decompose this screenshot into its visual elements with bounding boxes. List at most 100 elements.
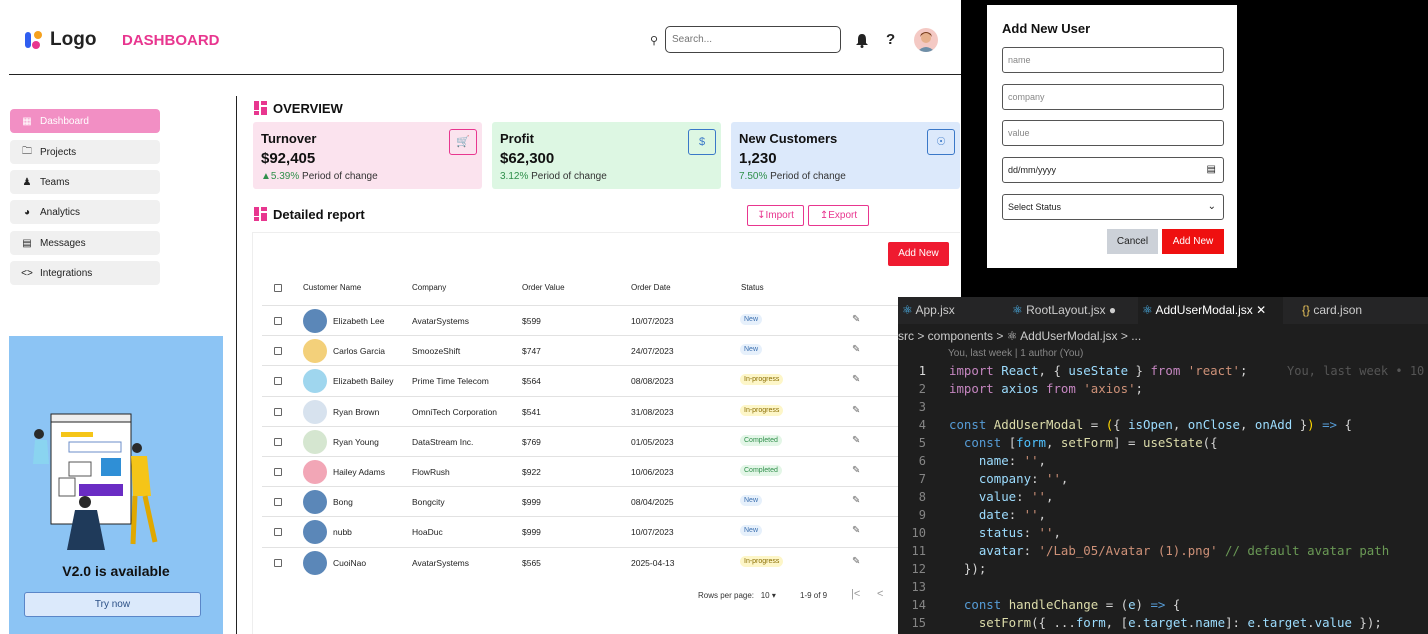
table-row[interactable]: Ryan Young DataStream Inc. $769 01/05/2023 C… <box>262 425 952 456</box>
edit-icon[interactable]: ✎ <box>852 525 860 536</box>
column-header[interactable]: Company <box>412 283 446 292</box>
status-select[interactable]: Select Status ⌄ <box>1002 194 1224 220</box>
export-button[interactable]: ↥Export <box>808 205 869 226</box>
row-checkbox[interactable] <box>274 498 282 507</box>
card-value: $92,405 <box>261 150 316 167</box>
search-icon: ⚲ <box>650 35 659 47</box>
avatar[interactable] <box>914 28 938 52</box>
promo-illustration <box>33 413 158 550</box>
row-checkbox[interactable] <box>274 558 282 567</box>
tab-card-json[interactable]: {} card.json <box>1298 297 1418 324</box>
customer-name: Ryan Brown <box>333 406 380 417</box>
code-line[interactable]: }); <box>949 561 986 576</box>
folder-icon: 🗀 <box>22 145 32 157</box>
status-badge: In-progress <box>740 374 784 386</box>
select-all-checkbox[interactable] <box>274 284 282 292</box>
calendar-icon[interactable]: ▤ <box>1207 158 1216 182</box>
table-row[interactable]: Elizabeth Bailey Prime Time Telecom $564 08… <box>262 365 952 395</box>
rows-per-page-select[interactable]: 10 <box>761 591 770 600</box>
card-change: 3.12% Period of change <box>500 171 713 182</box>
row-checkbox[interactable] <box>274 468 282 476</box>
sidebar-item-projects[interactable]: 🗀 Projects <box>10 140 160 164</box>
code-line[interactable]: const [form, setForm] = useState({ <box>949 435 1218 450</box>
bell-icon[interactable] <box>855 33 869 48</box>
code-line[interactable]: setForm({ ...form, [e.target.name]: e.ta… <box>949 615 1382 630</box>
table-row[interactable]: Carlos Garcia SmoozeShift $747 24/07/2023 Ne… <box>262 335 952 365</box>
tab-app[interactable]: ⚛ App.jsx <box>898 297 1000 324</box>
row-checkbox[interactable] <box>274 317 282 325</box>
code-line[interactable]: name: '', <box>949 453 1046 468</box>
row-checkbox[interactable] <box>274 528 282 537</box>
close-icon[interactable]: ✕ <box>1256 303 1266 317</box>
tab-rootlayout[interactable]: ⚛ RootLayout.jsx ● <box>1008 297 1132 324</box>
sidebar-item-dashboard[interactable]: ▦ Dashboard <box>10 109 160 133</box>
sidebar-item-teams[interactable]: ♟ Teams <box>10 170 160 194</box>
column-header[interactable]: Customer Name <box>303 283 361 292</box>
line-number: 8 <box>918 490 926 504</box>
row-checkbox[interactable] <box>274 437 282 446</box>
edit-icon[interactable]: ✎ <box>852 465 860 476</box>
stat-card-new-customers: New Customers 1,230 7.50% Period of chan… <box>731 122 960 189</box>
column-header[interactable]: Status <box>741 283 764 292</box>
cancel-button[interactable]: Cancel <box>1107 229 1158 254</box>
code-line[interactable]: company: '', <box>949 471 1069 486</box>
edit-icon[interactable]: ✎ <box>852 435 860 446</box>
order-date: 31/08/2023 <box>631 406 674 417</box>
overview-title: OVERVIEW <box>273 101 343 116</box>
edit-icon[interactable]: ✎ <box>852 344 860 355</box>
table-row[interactable]: Bong Bongcity $999 08/04/2025 New ✎ <box>262 486 952 516</box>
table-row[interactable]: nubb HoaDuc $999 10/07/2023 New ✎ <box>262 516 952 546</box>
tab-addusermodal[interactable]: ⚛ AddUserModal.jsx ✕ <box>1138 297 1283 324</box>
row-checkbox[interactable] <box>274 377 282 386</box>
edit-icon[interactable]: ✎ <box>852 495 860 506</box>
edit-icon[interactable]: ✎ <box>852 556 860 567</box>
table-row[interactable]: Elizabeth Lee AvatarSystems $599 10/07/2023… <box>262 305 952 335</box>
table-row[interactable]: Ryan Brown OmniTech Corporation $541 31/08/… <box>262 395 952 426</box>
line-number: 10 <box>911 526 926 540</box>
code-line[interactable]: status: '', <box>949 525 1061 540</box>
cart-icon[interactable]: 🛒 <box>449 129 477 155</box>
order-value: $564 <box>522 376 541 387</box>
modal-title: Add New User <box>1002 21 1091 36</box>
code-line[interactable]: date: '', <box>949 507 1046 522</box>
code-line[interactable]: value: '', <box>949 489 1054 504</box>
table-row[interactable]: Hailey Adams FlowRush $922 10/06/2023 Comple… <box>262 456 952 486</box>
sidebar-item-integrations[interactable]: <> Integrations <box>10 261 160 285</box>
try-now-button[interactable]: Try now <box>24 592 201 617</box>
name-field[interactable]: name <box>1002 47 1224 73</box>
row-checkbox[interactable] <box>274 347 282 356</box>
order-date: 2025-04-13 <box>631 557 675 568</box>
search-input[interactable] <box>665 26 841 53</box>
edit-icon[interactable]: ✎ <box>852 314 860 325</box>
code-line[interactable]: avatar: '/Lab_05/Avatar (1).png' // defa… <box>949 543 1389 558</box>
column-header[interactable]: Order Date <box>631 283 671 292</box>
column-header[interactable]: Order Value <box>522 283 565 292</box>
code-line[interactable]: import React, { useState } from 'react'; <box>949 363 1247 378</box>
dollar-icon[interactable]: $ <box>688 129 716 155</box>
code-line[interactable]: import axios from 'axios'; <box>949 381 1143 396</box>
add-new-button[interactable]: Add New <box>888 242 949 266</box>
react-icon: ⚛ <box>1142 303 1153 317</box>
table-row[interactable]: CuoiNao AvatarSystems $565 2025-04-13 In-pro… <box>262 546 952 577</box>
code-line[interactable]: const handleChange = (e) => { <box>949 597 1180 612</box>
code-line[interactable]: const AddUserModal = ({ isOpen, onClose,… <box>949 417 1352 432</box>
edit-icon[interactable]: ✎ <box>852 405 860 416</box>
user-circle-icon[interactable]: ☉ <box>927 129 955 155</box>
customer-avatar <box>303 369 327 394</box>
date-field[interactable]: dd/mm/yyyy ▤ <box>1002 157 1224 183</box>
breadcrumb[interactable]: src > components > ⚛ AddUserModal.jsx > … <box>898 329 1141 343</box>
prev-page-icon[interactable]: < <box>877 588 883 600</box>
date-placeholder: dd/mm/yyyy <box>1008 165 1057 175</box>
modal-add-button[interactable]: Add New <box>1162 229 1224 254</box>
row-checkbox[interactable] <box>274 407 282 416</box>
inline-blame: You, last week • 10 <box>1287 364 1425 378</box>
first-page-icon[interactable]: |< <box>851 588 860 600</box>
edit-icon[interactable]: ✎ <box>852 374 860 385</box>
sidebar-item-analytics[interactable]: ◕ Analytics <box>10 200 160 224</box>
export-icon: ↥ <box>819 210 829 221</box>
value-field[interactable]: value <box>1002 120 1224 146</box>
company-field[interactable]: company <box>1002 84 1224 110</box>
help-icon[interactable]: ? <box>886 31 895 48</box>
sidebar-item-messages[interactable]: ▤ Messages <box>10 231 160 255</box>
import-button[interactable]: ↧Import <box>747 205 804 226</box>
